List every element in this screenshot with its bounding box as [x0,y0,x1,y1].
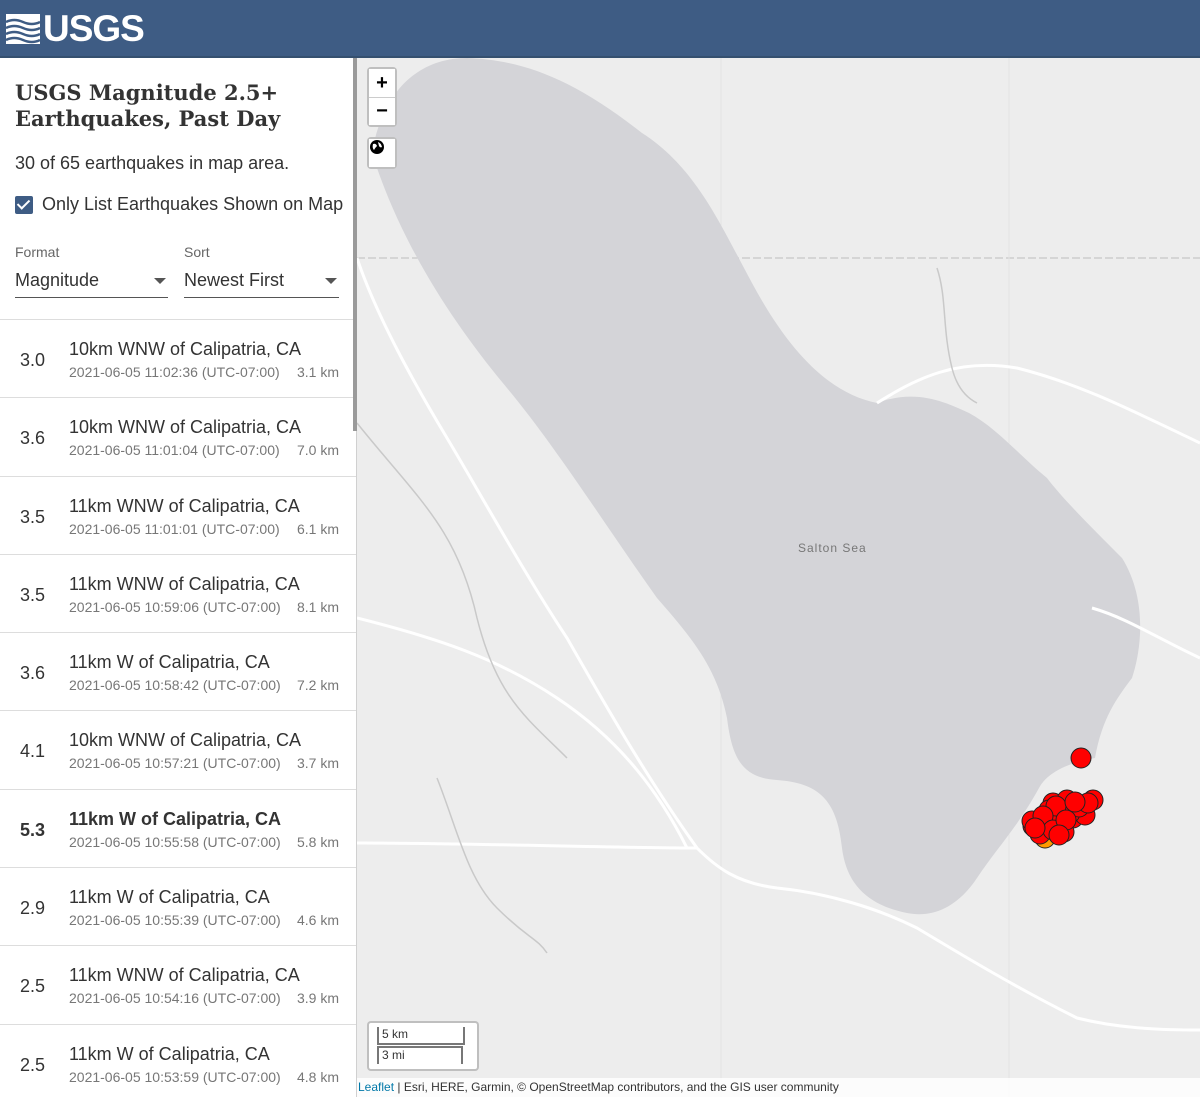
globe-icon-graphic [370,140,384,154]
depth: 7.2 km [296,677,339,694]
event-time: 2021-06-05 10:55:58 (UTC-07:00) [69,833,281,850]
event-time: 2021-06-05 11:02:36 (UTC-07:00) [69,364,280,380]
event-time: 2021-06-05 10:59:06 (UTC-07:00) [69,598,281,615]
magnitude: 2.9 [20,898,46,919]
earthquake-row[interactable]: 2.5 11km WNW of Calipatria, CA 2021-06-05 … [0,946,356,1025]
chevron-down-icon [154,277,166,284]
earthquake-marker[interactable] [1070,747,1092,769]
attribution-text: | Esri, HERE, Garmin, © OpenStreetMap co… [394,1080,839,1094]
event-time: 2021-06-05 10:57:21 (UTC-07:00) [69,755,281,772]
event-time: 2021-06-05 10:55:39 (UTC-07:00) [69,912,281,929]
location: 11km WNW of Calipatria, CA [69,965,300,986]
location: 11km W of Calipatria, CA [69,887,270,908]
location: 11km W of Calipatria, CA [69,808,282,829]
depth: 6.1 km [296,520,339,537]
scale-km: 5 km [377,1027,465,1045]
location: 10km WNW of Calipatria, CA [69,339,302,359]
earthquake-row[interactable]: 3.5 11km WNW of Calipatria, CA 2021-06-05 … [0,555,356,634]
zoom-out-button[interactable]: − [369,97,395,125]
usgs-logo[interactable]: USGS [6,8,145,50]
earthquake-marker[interactable] [1048,824,1070,846]
event-time: 2021-06-05 10:53:59 (UTC-07:00) [69,1068,281,1085]
scale-mi: 3 mi [377,1046,463,1064]
map-attribution: Leaflet | Esri, HERE, Garmin, © OpenStre… [357,1078,1200,1097]
feed-title: USGS Magnitude 2.5+ Earthquakes, Past Da… [15,80,281,131]
earthquake-marker[interactable] [1024,817,1046,839]
earthquake-list: 3.0 10km WNW of Calipatria, CA 2021-06-05 … [0,319,356,1097]
usgs-wave-icon [6,14,40,44]
depth: 3.1 km [296,364,339,380]
depth: 4.6 km [296,912,339,929]
event-time: 2021-06-05 10:54:16 (UTC-07:00) [69,990,281,1007]
format-label: Format [15,244,60,260]
logo-text: USGS [43,8,145,49]
magnitude: 4.1 [20,741,46,762]
depth: 8.1 km [296,598,339,615]
site-header: USGS [0,0,1200,58]
earthquake-row[interactable]: 3.6 11km W of Calipatria, CA 2021-06-05 10… [0,633,356,712]
leaflet-link[interactable]: Leaflet [358,1080,394,1094]
chevron-down-icon [325,277,337,284]
earthquake-markers [1021,747,1104,849]
zoom-control: + − [367,67,397,127]
depth: 4.8 km [296,1068,339,1085]
only-list-label[interactable]: Only List Earthquakes Shown on Map [42,194,343,215]
depth: 3.7 km [296,755,339,772]
earthquake-row[interactable]: 4.1 10km WNW of Calipatria, CA 2021-06-05 … [0,711,356,790]
event-time: 2021-06-05 10:58:42 (UTC-07:00) [69,677,281,694]
location: 11km W of Calipatria, CA [69,1043,270,1064]
location: 10km WNW of Calipatria, CA [69,417,302,438]
earthquake-row[interactable]: 3.6 10km WNW of Calipatria, CA 2021-06-05 … [0,398,356,477]
sort-value: Newest First [184,270,285,290]
event-time: 2021-06-05 11:01:01 (UTC-07:00) [69,520,280,537]
only-list-toggle[interactable]: Only List Earthquakes Shown on Map [15,194,343,215]
event-time: 2021-06-05 11:01:04 (UTC-07:00) [69,442,280,459]
location: 11km W of Calipatria, CA [69,652,270,673]
magnitude: 3.5 [20,506,46,527]
depth: 3.9 km [296,990,339,1007]
location: 11km WNW of Calipatria, CA [69,573,300,594]
magnitude: 3.6 [20,428,46,449]
scale-bar: 5 km 3 mi [367,1021,479,1071]
magnitude: 5.3 [20,819,46,840]
format-select[interactable]: Format Magnitude [15,244,168,298]
depth: 7.0 km [296,442,339,459]
earthquake-row-largest[interactable]: 5.3 11km W of Calipatria, CA 2021-06-05 10… [0,790,356,869]
only-list-checkbox[interactable] [15,195,33,214]
earthquake-row[interactable]: 2.9 11km W of Calipatria, CA 2021-06-05 10… [0,868,356,947]
magnitude: 3.0 [20,350,46,370]
depth: 5.8 km [296,833,339,850]
basemap-control [367,137,397,169]
magnitude: 2.5 [20,976,46,997]
format-dropdown[interactable]: Magnitude [15,264,168,298]
sort-dropdown[interactable]: Newest First [184,264,339,298]
earthquake-row[interactable]: 3.0 10km WNW of Calipatria, CA 2021-06-05 … [0,320,356,399]
earthquake-sidebar: USGS Magnitude 2.5+ Earthquakes, Past Da… [0,58,357,1097]
earthquake-marker[interactable] [1064,791,1086,813]
zoom-in-button[interactable]: + [369,69,395,97]
earthquake-row[interactable]: 3.5 11km WNW of Calipatria, CA 2021-06-05 … [0,477,356,555]
map-view[interactable]: Salton Sea + − 5 km 3 mi Leaflet | Esri,… [357,58,1200,1097]
sort-select[interactable]: Sort Newest First [184,244,339,298]
magnitude: 3.6 [20,663,46,684]
magnitude: 2.5 [20,1054,46,1075]
earthquake-row[interactable]: 2.5 11km W of Calipatria, CA 2021-06-05 10… [0,1025,356,1097]
sort-label: Sort [184,244,210,260]
location: 10km WNW of Calipatria, CA [69,730,302,751]
earthquake-count: 30 of 65 earthquakes in map area. [15,153,290,173]
location: 11km WNW of Calipatria, CA [69,495,300,516]
magnitude: 3.5 [20,584,46,605]
format-value: Magnitude [15,270,100,290]
globe-icon[interactable] [369,139,395,167]
